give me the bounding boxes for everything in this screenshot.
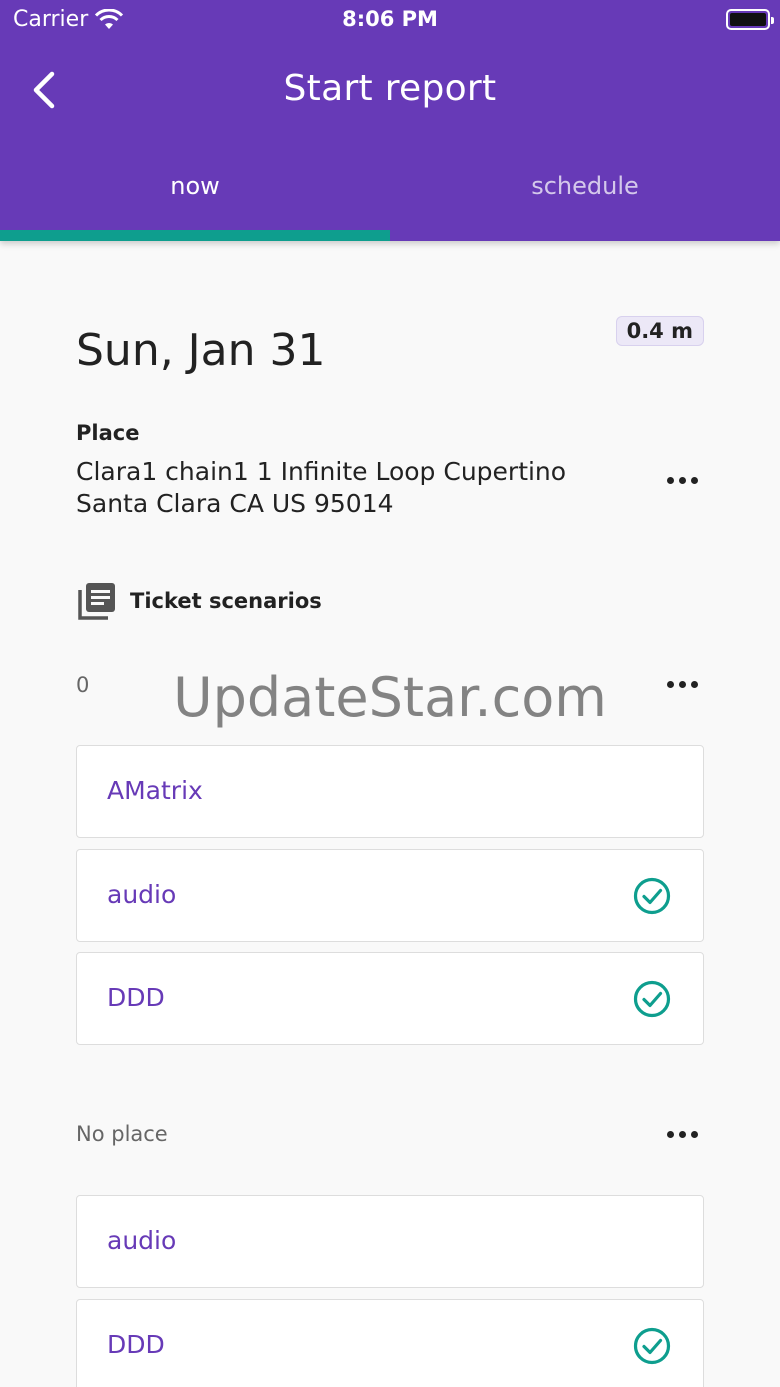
watermark: UpdateStar.com [173,666,607,729]
page-title: Start report [283,68,497,109]
more-dot [666,476,674,484]
library-books-icon [78,583,115,620]
distance-badge: 0.4 m [615,316,704,346]
ticket-scenarios-header: Ticket scenarios [76,580,322,622]
battery-icon [726,9,774,30]
tab-schedule-label: schedule [531,172,639,200]
more-dot [678,1130,686,1138]
scenario-name: audio [107,880,177,909]
check-circle-icon [633,877,671,915]
scenario-name: audio [107,1226,177,1255]
ticket-scenarios-label: Ticket scenarios [130,589,322,613]
scenario-card[interactable]: AMatrix [76,745,704,838]
app-bar: Carrier 8:06 PM Start report now schedul… [0,0,780,241]
place-address: Clara1 chain1 1 Infinite Loop Cupertino … [76,457,567,518]
check-circle-icon [633,1327,671,1365]
more-dot [666,1130,674,1138]
tab-indicator [0,230,390,241]
status-bar: Carrier 8:06 PM [0,0,780,40]
place-label: Place [76,421,140,445]
scenario-card[interactable]: audio [76,849,704,942]
scenario-name: AMatrix [107,776,203,805]
scenario-name: DDD [107,1330,165,1359]
tab-schedule[interactable]: schedule [390,150,780,241]
scenario-card[interactable]: DDD [76,1299,704,1387]
place-more-button[interactable] [660,465,704,495]
scenario-card[interactable]: DDD [76,952,704,1045]
more-dot [678,476,686,484]
tab-now[interactable]: now [0,150,390,241]
check-circle-icon [633,980,671,1018]
scenario-name: DDD [107,983,165,1012]
scenario-card[interactable]: audio [76,1195,704,1288]
more-dot [690,1130,698,1138]
more-dot [690,476,698,484]
clock: 8:06 PM [342,7,438,31]
group-more-button[interactable] [660,1119,704,1149]
tab-now-label: now [170,172,220,200]
report-date: Sun, Jan 31 [76,325,326,376]
group-label: No place [76,1122,168,1146]
